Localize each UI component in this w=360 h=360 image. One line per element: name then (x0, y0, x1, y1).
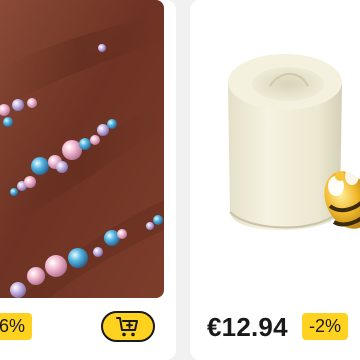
product-image-mold[interactable] (190, 0, 360, 298)
add-to-cart-icon (116, 316, 138, 336)
pearl-beads-photo-icon (0, 0, 164, 298)
product-image-pearls[interactable] (0, 0, 164, 298)
add-to-cart-button[interactable] (101, 311, 155, 342)
discount-badge: -2% (302, 313, 349, 340)
product-card-pearls[interactable]: 6% (0, 0, 176, 360)
product-card-mold[interactable]: €12.94 -2% (190, 0, 360, 360)
discount-badge: 6% (0, 313, 33, 340)
product-price: €12.94 (207, 312, 288, 342)
product-grid: 6% €12.94 -2% (0, 0, 360, 360)
silicone-mold-photo-icon (228, 54, 360, 231)
